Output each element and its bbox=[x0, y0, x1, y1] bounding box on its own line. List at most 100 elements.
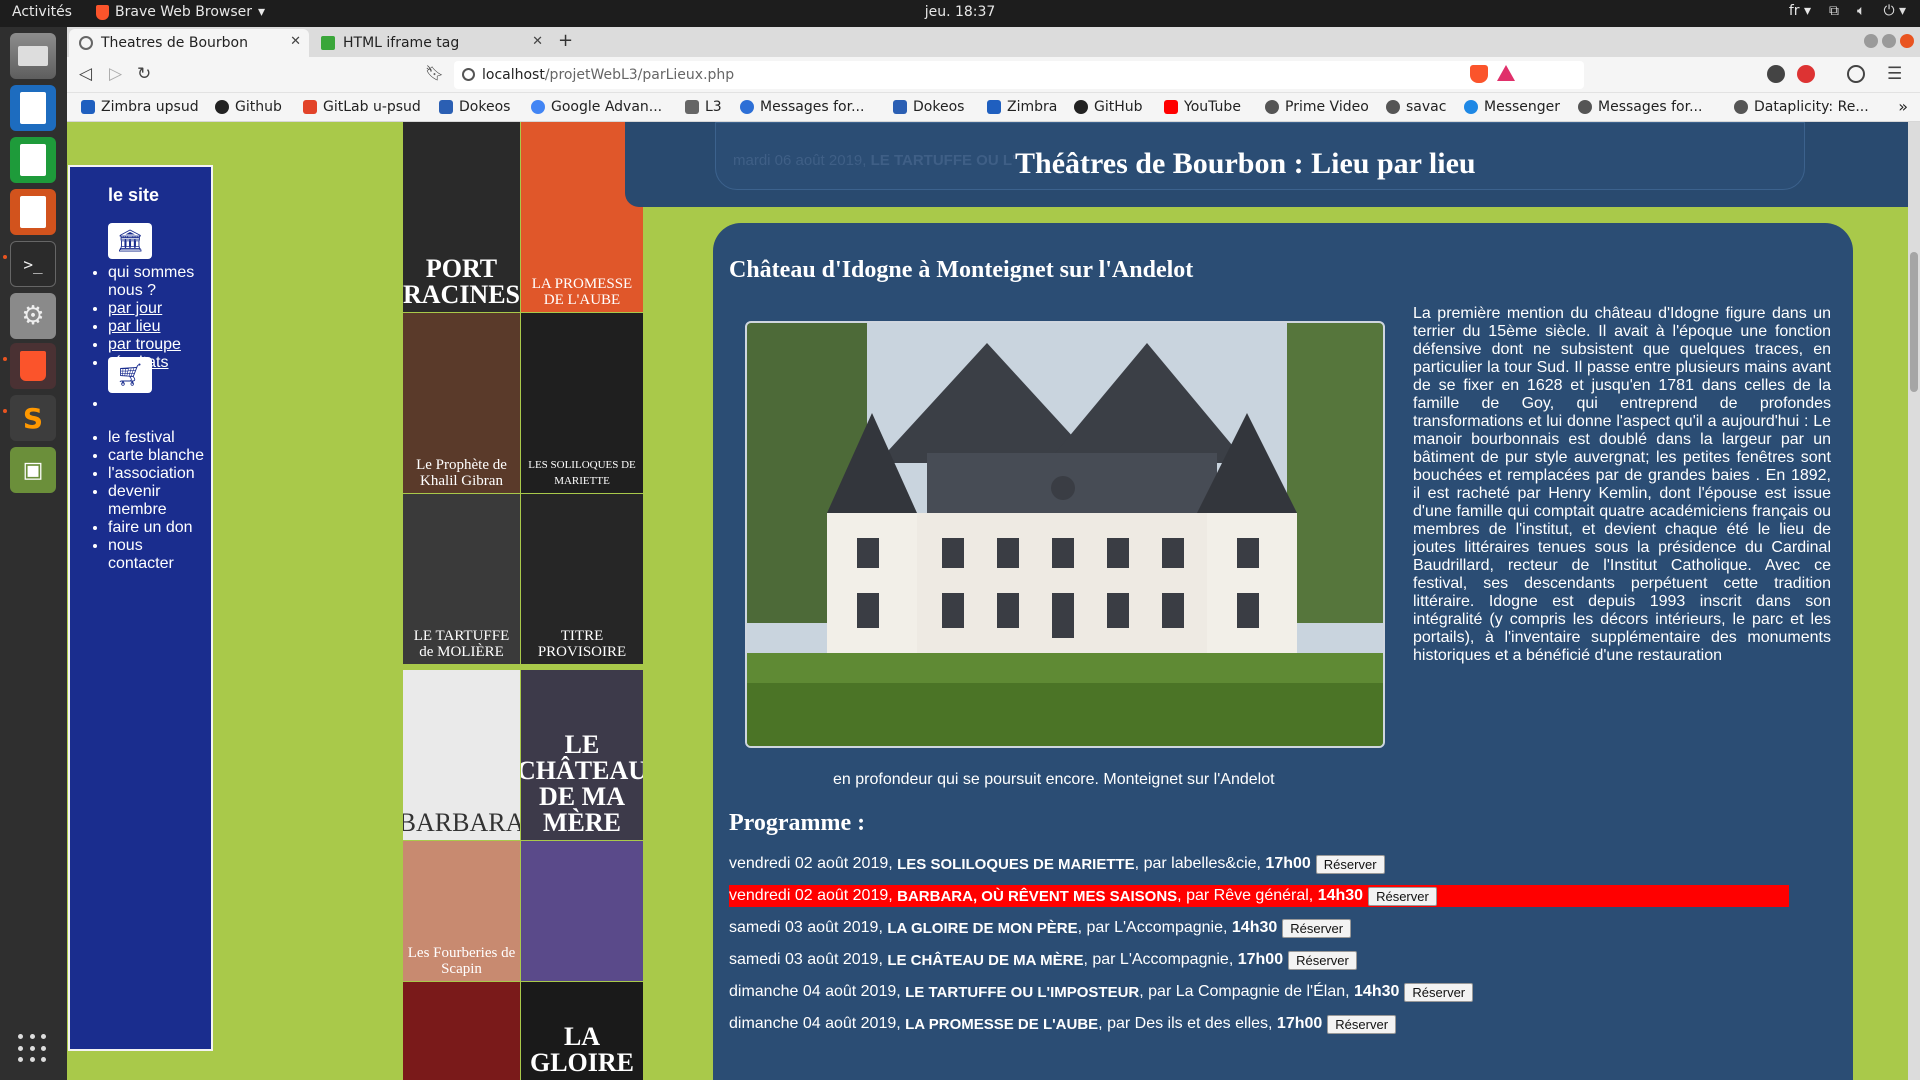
nav-item-carte-blanche[interactable]: carte blanche bbox=[108, 447, 208, 465]
activities-button[interactable]: Activités bbox=[12, 4, 72, 20]
tab-iframe[interactable]: HTML iframe tag ✕ bbox=[311, 29, 551, 57]
info-icon[interactable] bbox=[462, 68, 475, 81]
nav-item-nous-contacter[interactable]: nous contacter bbox=[108, 537, 208, 573]
bookmark-item[interactable]: Zimbra upsud bbox=[81, 99, 199, 115]
app-menu[interactable]: Brave Web Browser ▾ bbox=[96, 4, 265, 20]
page-scrollbar[interactable] bbox=[1908, 122, 1920, 1080]
scrollbar-thumb[interactable] bbox=[1910, 252, 1918, 392]
poster-fourberies[interactable]: Les Fourberies de Scapin bbox=[403, 841, 520, 981]
nav-item-qui-sommes-nous[interactable]: qui sommes nous ? bbox=[108, 264, 208, 300]
nav-link-par-jour[interactable]: par jour bbox=[108, 300, 162, 317]
reserve-button[interactable]: Réserver bbox=[1288, 950, 1357, 970]
poster-tartuffe[interactable]: LE TARTUFFE de MOLIÈRE bbox=[403, 494, 520, 664]
poster-titre-provisoire[interactable]: TITRE PROVISOIRE bbox=[521, 494, 643, 664]
terminal-icon[interactable]: >_ bbox=[10, 241, 56, 287]
bookmark-item[interactable]: Prime Video bbox=[1265, 99, 1369, 115]
poster-barbara[interactable]: BARBARA bbox=[403, 670, 520, 840]
zimbra-icon bbox=[81, 100, 95, 114]
poster-port-racines[interactable]: PORT RACINES bbox=[403, 122, 520, 312]
bookmark-item[interactable]: Google Advan... bbox=[531, 99, 662, 115]
bookmark-item[interactable]: Dataplicity: Re... bbox=[1734, 99, 1869, 115]
menu-icon[interactable]: ☰ bbox=[1887, 64, 1902, 84]
close-icon[interactable]: ✕ bbox=[532, 34, 543, 49]
nav-link-par-troupe[interactable]: par troupe bbox=[108, 336, 181, 353]
site-nav-cart-item bbox=[108, 395, 208, 413]
nav-item-devenir-membre[interactable]: devenir membre bbox=[108, 483, 208, 519]
close-icon[interactable]: ✕ bbox=[290, 34, 301, 49]
reserve-button[interactable]: Réserver bbox=[1282, 918, 1352, 938]
theatre-building-icon[interactable]: 🏛︎ bbox=[108, 223, 152, 259]
bookmark-item[interactable]: Github bbox=[215, 99, 282, 115]
bookmark-item[interactable]: GitHub bbox=[1074, 99, 1143, 115]
poster-red-stage[interactable] bbox=[403, 982, 520, 1080]
back-icon[interactable]: ◁ bbox=[79, 64, 92, 84]
poster-bride[interactable] bbox=[521, 841, 643, 981]
nav-item-festival[interactable]: le festival bbox=[108, 429, 208, 447]
show-applications-icon[interactable] bbox=[18, 1034, 48, 1064]
reserve-button[interactable]: Réserver bbox=[1404, 982, 1474, 1002]
bookmark-item[interactable]: savac bbox=[1386, 99, 1446, 115]
tab-title: HTML iframe tag bbox=[343, 35, 460, 51]
url-path: /projetWebL3/parLieux.php bbox=[544, 67, 735, 83]
new-tab-button[interactable]: + bbox=[558, 30, 573, 51]
brave-icon[interactable] bbox=[10, 343, 56, 389]
system-tray[interactable]: fr ▾ ⧉ 🔈︎ ⏻ ▾ bbox=[1789, 3, 1906, 19]
github-icon bbox=[1074, 100, 1088, 114]
forward-icon[interactable]: ▷ bbox=[109, 64, 122, 84]
bookmark-item[interactable]: YouTube bbox=[1164, 99, 1241, 115]
power-icon: ⏻ ▾ bbox=[1883, 3, 1906, 19]
bookmark-item[interactable]: Dokeos bbox=[893, 99, 964, 115]
poster-le-prophete[interactable]: Le Prophète de Khalil Gibran bbox=[403, 313, 520, 493]
extension-icon[interactable] bbox=[1797, 65, 1815, 83]
keyboard-layout[interactable]: fr ▾ bbox=[1789, 3, 1811, 19]
writer-icon[interactable] bbox=[10, 85, 56, 131]
minimize-button[interactable] bbox=[1864, 34, 1878, 48]
chevron-down-icon: ▾ bbox=[258, 4, 266, 20]
bookmark-item[interactable]: Messages for... bbox=[1578, 99, 1702, 115]
messenger-icon bbox=[1464, 100, 1478, 114]
poster-chateau-mere[interactable]: LE CHÂTEAU DE MA MÈRE bbox=[521, 670, 643, 840]
globe-icon bbox=[1734, 100, 1748, 114]
settings-icon[interactable]: ⚙ bbox=[10, 293, 56, 339]
reload-icon[interactable]: ↻ bbox=[137, 64, 151, 84]
site-nav-items: le festival carte blanche l'association … bbox=[108, 429, 208, 573]
bookmark-icon[interactable]: 🔖︎ bbox=[425, 64, 444, 82]
nav-item-association[interactable]: l'association bbox=[108, 465, 208, 483]
more-bookmarks-icon[interactable]: » bbox=[1898, 97, 1908, 116]
tab-theatres[interactable]: Theatres de Bourbon ✕ bbox=[69, 29, 309, 57]
extension-icon[interactable] bbox=[1767, 65, 1785, 83]
maximize-button[interactable] bbox=[1882, 34, 1896, 48]
lieu-description: La première mention du château d'Idogne … bbox=[1413, 305, 1831, 664]
profile-icon[interactable] bbox=[1847, 65, 1865, 83]
brave-rewards-icon[interactable] bbox=[1497, 65, 1515, 81]
sublime-text-icon[interactable]: S bbox=[10, 395, 56, 441]
bookmark-item[interactable]: GitLab u-psud bbox=[303, 99, 421, 115]
close-window-button[interactable] bbox=[1900, 34, 1914, 48]
address-bar[interactable]: localhost/projetWebL3/parLieux.php bbox=[454, 61, 1584, 89]
lieu-title: Château d'Idogne à Monteignet sur l'Ande… bbox=[729, 257, 1194, 283]
shopping-cart-icon[interactable]: 🛒︎ bbox=[108, 357, 152, 393]
poster-la-gloire[interactable]: LA GLOIRE bbox=[521, 982, 643, 1080]
reserve-button[interactable]: Réserver bbox=[1368, 886, 1437, 906]
bookmark-folder[interactable]: L3 bbox=[685, 99, 722, 115]
globe-icon bbox=[79, 36, 93, 50]
impress-icon[interactable] bbox=[10, 189, 56, 235]
image-viewer-icon[interactable]: ▣ bbox=[10, 447, 56, 493]
clock[interactable]: jeu. 18:37 bbox=[925, 4, 996, 20]
brave-shields-icon[interactable] bbox=[1470, 65, 1488, 83]
brave-icon bbox=[96, 4, 109, 20]
calc-icon[interactable] bbox=[10, 137, 56, 183]
lieu-description-end: en profondeur qui se poursuit encore. Mo… bbox=[833, 771, 1275, 788]
nav-link-par-lieu[interactable]: par lieu bbox=[108, 318, 160, 335]
nav-item-faire-un-don[interactable]: faire un don bbox=[108, 519, 208, 537]
reserve-button[interactable]: Réserver bbox=[1315, 854, 1385, 874]
bookmark-item[interactable]: Messages for... bbox=[740, 99, 864, 115]
bookmark-item[interactable]: Messenger bbox=[1464, 99, 1560, 115]
bookmark-item[interactable]: Dokeos bbox=[439, 99, 510, 115]
reserve-button[interactable]: Réserver bbox=[1327, 1014, 1397, 1034]
bookmark-item[interactable]: Zimbra bbox=[987, 99, 1057, 115]
youtube-icon bbox=[1164, 100, 1178, 114]
poster-soliloques[interactable]: LES SOLILOQUES DE MARIETTE bbox=[521, 313, 643, 493]
w3schools-icon bbox=[321, 36, 335, 50]
files-icon[interactable] bbox=[10, 33, 56, 79]
